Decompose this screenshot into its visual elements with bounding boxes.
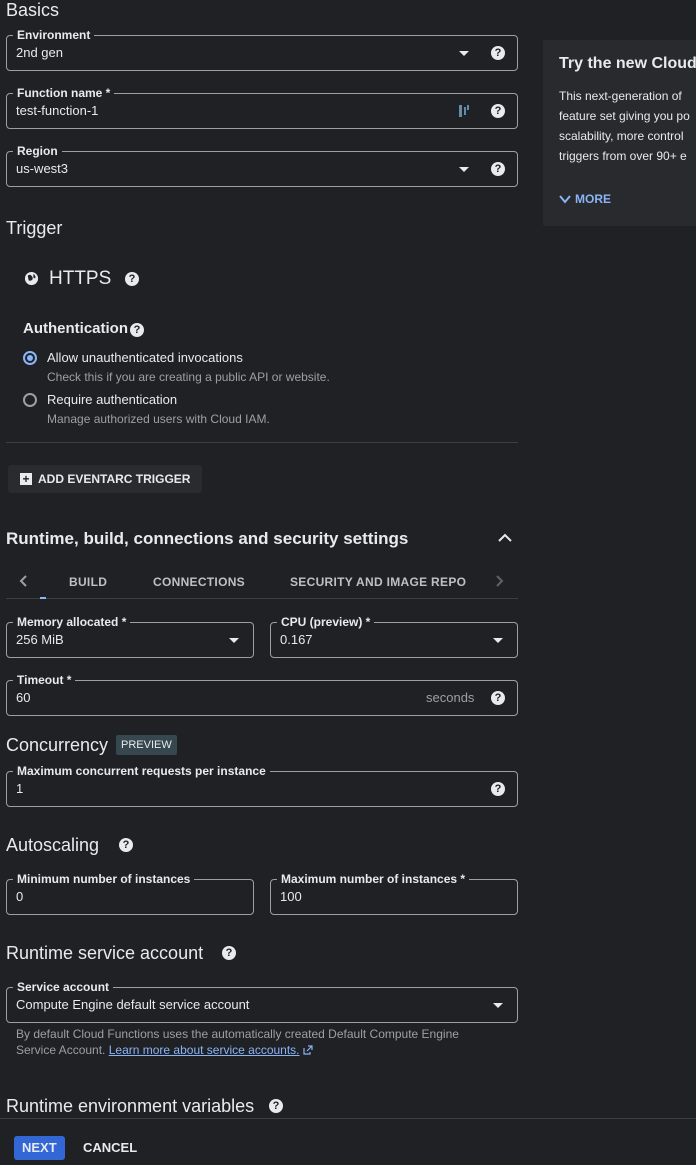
help-icon[interactable]: ? [491, 691, 505, 705]
environment-label: Environment [13, 27, 95, 43]
environment-value: 2nd gen [16, 45, 63, 60]
region-select[interactable]: Region us-west3 ? [6, 143, 518, 187]
environment-select[interactable]: Environment 2nd gen ? [6, 27, 518, 71]
more-button[interactable]: MORE [559, 192, 611, 206]
max-instances-value: 100 [280, 889, 302, 904]
promo-line: scalability, more control [559, 129, 684, 143]
allow-unauthenticated-desc: Check this if you are creating a public … [47, 370, 330, 384]
chevron-left-icon[interactable] [19, 575, 27, 587]
service-account-label: Service account [13, 979, 114, 995]
chevron-down-icon [493, 1003, 503, 1008]
max-concurrent-requests-label: Maximum concurrent requests per instance [13, 763, 270, 779]
globe-icon [24, 271, 39, 286]
chevron-up-icon[interactable] [498, 533, 512, 543]
authentication-heading: Authentication [23, 320, 128, 337]
tab-security-and-image-repo[interactable]: SECURITY AND IMAGE REPO [290, 575, 466, 589]
more-label: MORE [575, 192, 611, 206]
promo-line: feature set giving you po [559, 109, 690, 123]
max-instances-label: Maximum number of instances * [277, 871, 470, 887]
help-icon[interactable]: ? [130, 323, 144, 337]
timeout-suffix: seconds [426, 690, 475, 705]
min-instances-value: 0 [16, 889, 24, 904]
function-name-label: Function name * [13, 85, 115, 101]
service-account-help-line2: Service Account. Learn more about servic… [16, 1043, 313, 1057]
cancel-button[interactable]: CANCEL [83, 1140, 137, 1155]
help-icon[interactable]: ? [491, 782, 505, 796]
service-account-help-line1: By default Cloud Functions uses the auto… [16, 1027, 459, 1041]
function-name-value: test-function-1 [16, 103, 99, 118]
help-icon[interactable]: ? [491, 46, 505, 60]
promo-body: This next-generation of feature set givi… [559, 86, 690, 166]
help-icon[interactable]: ? [222, 946, 236, 960]
help-icon[interactable]: ? [119, 838, 133, 852]
trigger-heading: Trigger [6, 218, 63, 238]
memory-label: Memory allocated * [13, 614, 131, 630]
chevron-down-icon [493, 638, 503, 643]
open-in-new-icon [303, 1045, 313, 1055]
basics-heading: Basics [6, 0, 60, 20]
service-account-help-text: Service Account. [16, 1043, 106, 1057]
add-box-icon: + [20, 473, 32, 485]
region-label: Region [13, 143, 62, 159]
next-button[interactable]: NEXT [14, 1136, 65, 1160]
chevron-down-icon [459, 167, 469, 172]
memory-value: 256 MiB [16, 632, 64, 647]
chevron-down-icon [459, 51, 469, 56]
require-authentication-desc: Manage authorized users with Cloud IAM. [47, 412, 270, 426]
region-value: us-west3 [16, 161, 69, 176]
min-instances-label: Minimum number of instances [13, 871, 195, 887]
timeout-input[interactable]: Timeout * 60 seconds ? [6, 672, 518, 716]
cpu-value: 0.167 [280, 632, 313, 647]
active-tab-indicator [40, 597, 46, 599]
service-account-select[interactable]: Service account Compute Engine default s… [6, 979, 518, 1023]
tab-build[interactable]: BUILD [69, 575, 107, 589]
promo-line: This next-generation of [559, 89, 682, 103]
help-icon[interactable]: ? [125, 272, 139, 286]
preview-badge: PREVIEW [116, 735, 177, 755]
learn-more-link[interactable]: Learn more about service accounts. [109, 1043, 300, 1057]
add-eventarc-trigger-button[interactable]: + ADD EVENTARC TRIGGER [8, 465, 203, 493]
side-promo-panel: Try the new Cloud This next-generation o… [543, 40, 696, 226]
help-icon[interactable]: ? [269, 1099, 283, 1113]
service-account-value: Compute Engine default service account [16, 997, 250, 1012]
timeout-value: 60 [16, 690, 31, 705]
allow-unauthenticated-label: Allow unauthenticated invocations [47, 350, 243, 365]
trigger-type: HTTPS [49, 268, 112, 289]
promo-line: triggers from over 90+ e [559, 149, 687, 163]
require-authentication-radio[interactable] [23, 393, 37, 407]
tab-connections[interactable]: CONNECTIONS [153, 575, 245, 589]
concurrency-heading: Concurrency [6, 735, 109, 755]
memory-select[interactable]: Memory allocated * 256 MiB [6, 614, 254, 658]
cpu-label: CPU (preview) * [277, 614, 375, 630]
function-name-input[interactable]: Function name * test-function-1 ? [6, 85, 518, 129]
help-icon[interactable]: ? [491, 162, 505, 176]
max-concurrent-requests-input[interactable]: Maximum concurrent requests per instance… [6, 763, 518, 807]
promo-title: Try the new Cloud [559, 55, 696, 72]
help-icon[interactable]: ? [491, 104, 505, 118]
service-account-heading: Runtime service account [6, 943, 204, 963]
chevron-down-icon [559, 195, 571, 204]
tab-divider [6, 598, 518, 599]
password-manager-icon[interactable] [459, 104, 471, 118]
max-concurrent-requests-value: 1 [16, 781, 24, 796]
add-eventarc-label: ADD EVENTARC TRIGGER [38, 472, 191, 486]
min-instances-input[interactable]: Minimum number of instances 0 [6, 871, 254, 915]
chevron-down-icon [229, 638, 239, 643]
env-vars-heading: Runtime environment variables [6, 1096, 255, 1116]
require-authentication-label: Require authentication [47, 392, 178, 407]
timeout-label: Timeout * [13, 672, 76, 688]
allow-unauthenticated-radio[interactable] [23, 351, 37, 365]
chevron-right-icon[interactable] [496, 575, 504, 587]
runtime-settings-heading: Runtime, build, connections and security… [6, 529, 409, 548]
autoscaling-heading: Autoscaling [6, 835, 100, 855]
cpu-select[interactable]: CPU (preview) * 0.167 [270, 614, 518, 658]
max-instances-input[interactable]: Maximum number of instances * 100 [270, 871, 518, 915]
